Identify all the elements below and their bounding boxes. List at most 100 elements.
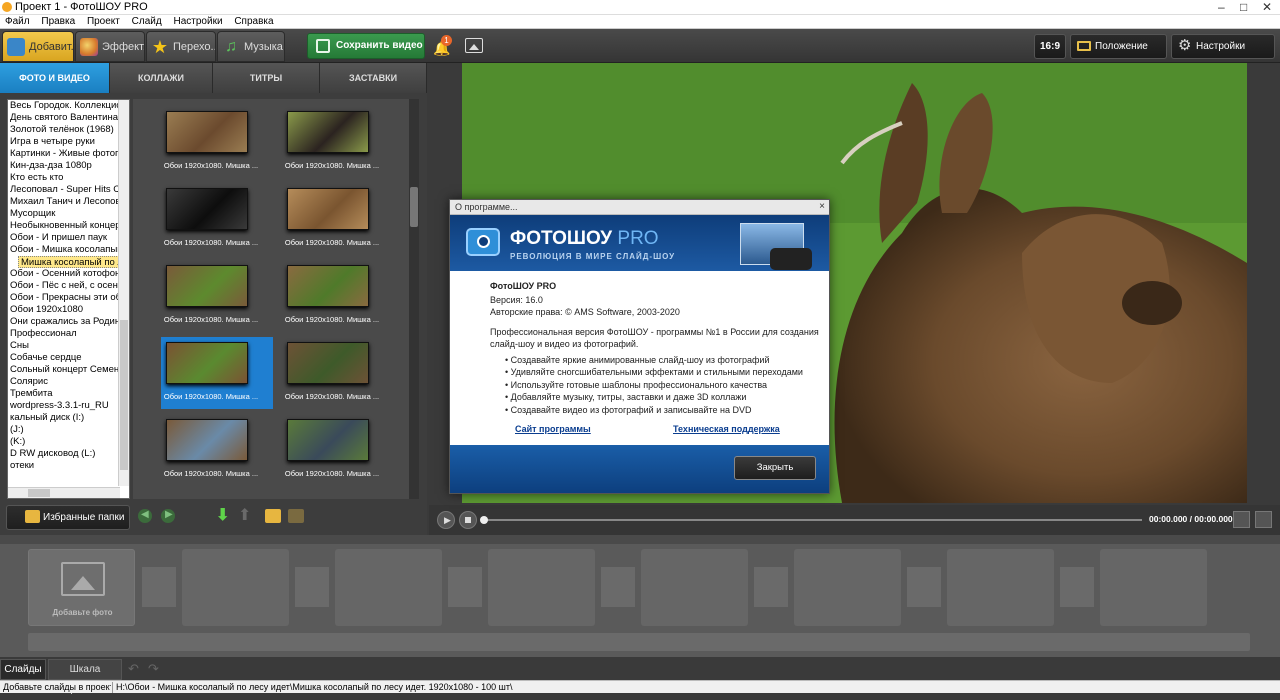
folder-item[interactable]: Мусорщик <box>8 208 129 220</box>
slide-slot[interactable] <box>1100 549 1207 626</box>
folder-item[interactable]: Обои - Пёс с ней, с осенью <box>8 280 129 292</box>
minimize-icon[interactable]: – <box>1218 0 1225 14</box>
thumbnail[interactable]: Обои 1920x1080. Мишка ... <box>282 414 394 486</box>
photo-position-button[interactable]: Положение фото <box>1070 34 1167 75</box>
folder-item[interactable]: Обои - Осенний котофон <box>8 268 129 280</box>
folder-item[interactable]: Трембита <box>8 388 129 400</box>
transition-slot[interactable] <box>448 567 482 607</box>
forward-button[interactable]: ▶ <box>161 509 175 523</box>
folder-item[interactable]: Солярис <box>8 376 129 388</box>
tab-titles[interactable]: ТИТРЫ <box>213 63 320 93</box>
gallery-button[interactable] <box>465 38 483 53</box>
seek-handle[interactable] <box>480 516 488 524</box>
folder-item[interactable]: Собачье сердце <box>8 352 129 364</box>
tab-timeline[interactable]: Шкала времени <box>48 659 122 695</box>
tab-music[interactable]: ♫ Музыка <box>217 31 285 62</box>
stop-button[interactable] <box>459 511 477 529</box>
favorite-folders-button[interactable]: Избранные папки <box>6 505 130 530</box>
slide-slot[interactable] <box>182 549 289 626</box>
folder-item[interactable]: Золотой телёнок (1968) <box>8 124 129 136</box>
thumbnail[interactable]: Обои 1920x1080. Мишка ... <box>161 106 273 178</box>
thumbnail-scrollbar[interactable] <box>409 99 419 499</box>
up-button[interactable]: ⬆ <box>238 507 252 525</box>
folder-item[interactable]: Профессионал <box>8 328 129 340</box>
menu-file[interactable]: Файл <box>5 16 30 27</box>
transition-slot[interactable] <box>754 567 788 607</box>
folder-item[interactable]: wordpress-3.3.1-ru_RU <box>8 400 129 412</box>
slide-slot[interactable] <box>794 549 901 626</box>
thumbnail[interactable]: Обои 1920x1080. Мишка ... <box>161 414 273 486</box>
snapshot-button[interactable] <box>1233 511 1250 528</box>
add-photo-slot[interactable]: Добавьте фото <box>28 549 135 626</box>
undo-icon[interactable]: ↶ <box>128 661 139 677</box>
folder-tree-vscroll[interactable] <box>118 100 129 486</box>
folder-item[interactable]: Лесоповал - Super Hits Collection <box>8 184 129 196</box>
notifications-button[interactable]: 🔔 1 <box>432 35 452 56</box>
fullscreen-button[interactable] <box>1255 511 1272 528</box>
folder-item[interactable]: кальный диск (I:) <box>8 412 129 424</box>
tab-intros[interactable]: ЗАСТАВКИ <box>320 63 427 93</box>
back-button[interactable]: ◀ <box>138 509 152 523</box>
thumbnail[interactable]: Обои 1920x1080. Мишка ... <box>282 260 394 332</box>
tab-add-photo[interactable]: Добавит... <box>2 31 74 62</box>
folder-item[interactable]: Обои - Прекрасны эти облака <box>8 292 129 304</box>
tab-transitions[interactable]: ★ Перехо... <box>146 31 216 62</box>
transition-slot[interactable] <box>601 567 635 607</box>
close-icon[interactable]: ✕ <box>1262 0 1272 14</box>
folder-item[interactable]: Кин-дза-дза 1080p <box>8 160 129 172</box>
folder-item[interactable]: Игра в четыре руки <box>8 136 129 148</box>
transition-slot[interactable] <box>1060 567 1094 607</box>
play-button[interactable]: ▶ <box>437 511 455 529</box>
close-button[interactable]: Закрыть <box>734 456 816 480</box>
support-link[interactable]: Техническая поддержка <box>673 423 780 436</box>
tab-photo-video[interactable]: ФОТО И ВИДЕО <box>0 63 110 93</box>
thumbnail-scroll-thumb[interactable] <box>410 187 418 227</box>
seek-bar[interactable] <box>480 516 1142 524</box>
folder-item[interactable]: Необыкновенный концерт <box>8 220 129 232</box>
audio-track[interactable] <box>28 633 1250 651</box>
maximize-icon[interactable]: □ <box>1240 0 1247 14</box>
slide-slot[interactable] <box>947 549 1054 626</box>
folder-item[interactable]: День святого Валентина <box>8 112 129 124</box>
folder-item[interactable]: Сольный концерт Семена Слепакова <box>8 364 129 376</box>
menu-slide[interactable]: Слайд <box>132 16 162 27</box>
slide-slot[interactable] <box>641 549 748 626</box>
add-favorite-folder-button[interactable] <box>265 509 281 523</box>
tab-collages[interactable]: КОЛЛАЖИ <box>110 63 213 93</box>
thumbnail[interactable]: Обои 1920x1080. Мишка ... <box>282 337 394 409</box>
folder-item[interactable]: Обои - И пришел паук <box>8 232 129 244</box>
folder-item[interactable]: Весь Городок. Коллекционное <box>8 100 129 112</box>
folder-item[interactable]: (K:) <box>8 436 129 448</box>
menu-edit[interactable]: Правка <box>41 16 75 27</box>
folder-item[interactable]: Сны <box>8 340 129 352</box>
menu-settings[interactable]: Настройки <box>174 16 223 27</box>
folder-tree[interactable]: Весь Городок. Коллекционное День святого … <box>7 99 130 499</box>
tab-slides[interactable]: Слайды <box>0 659 46 680</box>
folder-item[interactable]: (J:) <box>8 424 129 436</box>
folder-item[interactable]: Обои 1920x1080 <box>8 304 129 316</box>
folder-item[interactable]: D RW дисковод (L:) <box>8 448 129 460</box>
redo-icon[interactable]: ↷ <box>148 661 159 677</box>
website-link[interactable]: Сайт программы <box>515 423 591 436</box>
folder-item[interactable]: отеки <box>8 460 129 472</box>
slide-slot[interactable] <box>335 549 442 626</box>
remove-favorite-folder-button[interactable] <box>288 509 304 523</box>
aspect-ratio-button[interactable]: 16:9 <box>1034 34 1066 59</box>
folder-item[interactable]: Мишка косолапый по лесу идет <box>18 256 129 268</box>
thumbnail[interactable]: Обои 1920x1080. Мишка ... <box>161 260 273 332</box>
folder-item[interactable]: Они сражались за Родину <box>8 316 129 328</box>
folder-tree-vscroll-thumb[interactable] <box>120 320 128 470</box>
folder-item[interactable]: Обои - Мишка косолапый по лесу идет <box>8 244 129 256</box>
add-to-project-button[interactable]: ⬇ <box>216 507 230 525</box>
save-video-button[interactable]: Сохранить видео <box>307 33 425 59</box>
folder-item[interactable]: Картинки - Живые фотографии <box>8 148 129 160</box>
folder-item[interactable]: Кто есть кто <box>8 172 129 184</box>
thumbnail[interactable]: Обои 1920x1080. Мишка ... <box>161 337 273 409</box>
tab-effects[interactable]: Эффект... <box>75 31 145 62</box>
transition-slot[interactable] <box>295 567 329 607</box>
folder-item[interactable]: Михаил Танич и Лесоповал <box>8 196 129 208</box>
transition-slot[interactable] <box>907 567 941 607</box>
menu-help[interactable]: Справка <box>234 16 273 27</box>
transition-slot[interactable] <box>142 567 176 607</box>
menu-project[interactable]: Проект <box>87 16 120 27</box>
